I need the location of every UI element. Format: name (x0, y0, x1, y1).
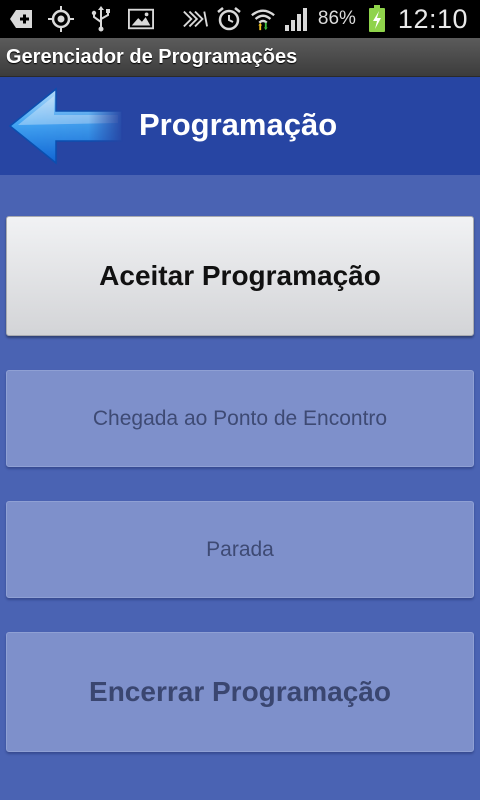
status-bar: 86% 12:10 (0, 0, 480, 38)
signal-icon (284, 6, 310, 32)
usb-icon (88, 6, 114, 32)
encerrar-programacao-button[interactable]: Encerrar Programação (6, 632, 474, 752)
back-arrow-icon[interactable] (6, 85, 124, 167)
gps-icon (48, 6, 74, 32)
alarm-icon (216, 6, 242, 32)
battery-percent: 86% (317, 8, 356, 29)
clock: 12:10 (397, 3, 468, 34)
wifi-icon (250, 6, 276, 32)
chegada-ponto-encontro-button[interactable]: Chegada ao Ponto de Encontro (6, 370, 474, 467)
battery-charging-icon (364, 5, 390, 32)
page-header: Programação (0, 77, 480, 175)
page-title: Programação (139, 107, 338, 142)
status-right-icons: 86% 12:10 (182, 4, 480, 35)
vibrate-icon (182, 6, 208, 32)
image-icon (128, 6, 154, 32)
status-left-icons (0, 6, 154, 32)
add-icon (8, 6, 34, 32)
aceitar-programacao-button[interactable]: Aceitar Programação (6, 216, 474, 336)
app-title-bar: Gerenciador de Programações (0, 38, 480, 77)
app-title: Gerenciador de Programações (6, 45, 298, 68)
parada-button[interactable]: Parada (6, 501, 474, 598)
